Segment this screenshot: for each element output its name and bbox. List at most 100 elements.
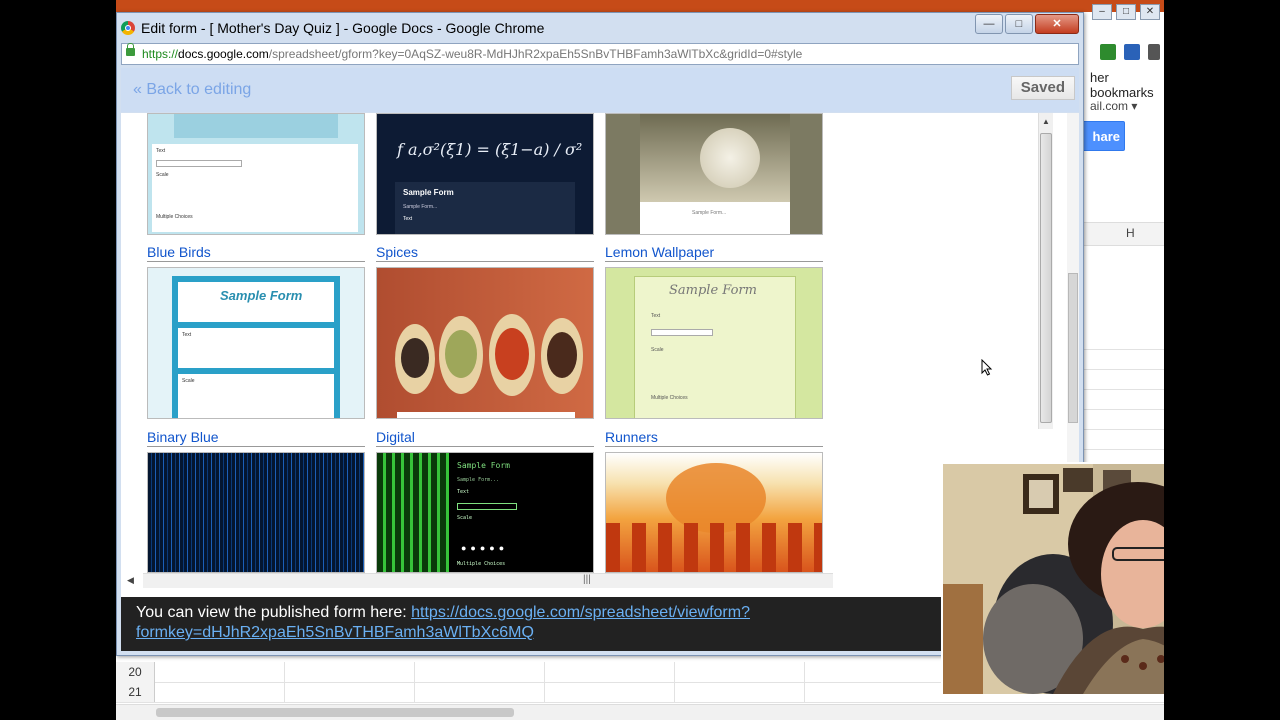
theme-form-desc: Sample Form... bbox=[403, 204, 438, 210]
address-bar[interactable]: https://docs.google.com/spreadsheet/gfor… bbox=[121, 43, 1079, 65]
cell[interactable] bbox=[284, 662, 415, 682]
theme-form-desc: Sample Form... bbox=[692, 210, 727, 216]
theme-option-binary-blue[interactable]: Binary Blue bbox=[147, 428, 365, 447]
url-text[interactable]: https://docs.google.com/spreadsheet/gfor… bbox=[142, 47, 802, 61]
cell[interactable] bbox=[544, 682, 675, 702]
theme-spice bbox=[547, 332, 577, 378]
account-email[interactable]: ail.com ▾ bbox=[1090, 99, 1137, 113]
theme-thumbnail[interactable]: Sample Form Text Scale Multiple Choices bbox=[605, 267, 823, 419]
form-editor-bar: « Back to editing Saved bbox=[121, 68, 1079, 112]
bg-maximize-button[interactable]: □ bbox=[1116, 4, 1136, 20]
theme-option-runners[interactable]: Runners bbox=[605, 428, 823, 447]
theme-spoon bbox=[489, 314, 535, 396]
extension-icon[interactable] bbox=[1100, 44, 1116, 60]
published-form-notice: You can view the published form here: ht… bbox=[121, 597, 1079, 651]
theme-field-label: Text bbox=[651, 313, 661, 319]
theme-option-lemon-wallpaper[interactable]: Lemon Wallpaper bbox=[605, 243, 823, 262]
theme-form-field: Text bbox=[178, 328, 334, 368]
theme-label[interactable]: Blue Birds bbox=[147, 243, 365, 262]
theme-gallery-horizontal-scrollbar[interactable]: ◀ ||| bbox=[127, 573, 833, 588]
theme-option-blue-birds[interactable]: Blue Birds bbox=[147, 243, 365, 262]
back-to-editing-link[interactable]: « Back to editing bbox=[133, 81, 251, 99]
theme-label[interactable]: Binary Blue bbox=[147, 428, 365, 447]
theme-thumbnail[interactable]: Sample Form... bbox=[605, 113, 823, 235]
cell[interactable] bbox=[414, 682, 545, 702]
lock-icon bbox=[126, 43, 135, 56]
row-number[interactable]: 21 bbox=[116, 682, 155, 702]
background-toolbar-icons bbox=[1100, 44, 1160, 60]
theme-spoon bbox=[439, 316, 483, 394]
theme-form-body: Text Scale Multiple Choices bbox=[152, 144, 358, 232]
theme-thumbnail[interactable]: Sample Form Sample Form... Text Scale ●●… bbox=[376, 452, 594, 573]
scrollbar-thumb[interactable] bbox=[1068, 273, 1078, 423]
theme-label[interactable]: Runners bbox=[605, 428, 823, 447]
bg-close-button[interactable]: ✕ bbox=[1140, 4, 1160, 20]
cell[interactable] bbox=[674, 682, 805, 702]
theme-thumbnail[interactable] bbox=[376, 267, 594, 419]
title-bar[interactable]: Edit form - [ Mother's Day Quiz ] - Goog… bbox=[117, 13, 1083, 43]
wrench-icon[interactable] bbox=[1148, 44, 1160, 60]
theme-cake-detail bbox=[700, 128, 760, 188]
theme-thumbnail[interactable]: Sample Form Text Scale bbox=[147, 267, 365, 419]
theme-thumbnail[interactable]: f a,σ²(ξ1) = (ξ1−a) / σ² Sample Form Sam… bbox=[376, 113, 594, 235]
share-button[interactable]: hare bbox=[1082, 121, 1125, 151]
theme-field-label: Text bbox=[403, 216, 413, 222]
theme-label[interactable]: Lemon Wallpaper bbox=[605, 243, 823, 262]
theme-form-body: Sample Form Text Scale bbox=[172, 276, 340, 418]
screen-icon[interactable] bbox=[1124, 44, 1140, 60]
theme-gallery-vertical-scrollbar[interactable]: ▲ bbox=[1038, 113, 1053, 429]
theme-thumbnail[interactable] bbox=[605, 452, 823, 573]
theme-form-body: Sample Form... bbox=[640, 202, 790, 234]
cell[interactable] bbox=[414, 662, 545, 682]
theme-spoon bbox=[541, 318, 583, 394]
minimize-button[interactable]: — bbox=[975, 14, 1003, 34]
close-button[interactable]: ✕ bbox=[1035, 14, 1079, 34]
scroll-left-arrow-icon[interactable]: ◀ bbox=[127, 575, 134, 586]
cell[interactable] bbox=[154, 662, 285, 682]
theme-form-strip bbox=[397, 412, 575, 418]
theme-form-field: Scale bbox=[178, 374, 334, 418]
cell[interactable] bbox=[544, 662, 675, 682]
theme-label[interactable]: Spices bbox=[376, 243, 594, 262]
cell[interactable] bbox=[674, 662, 805, 682]
theme-scale-dots: ●●●●● bbox=[461, 543, 509, 553]
theme-field-box bbox=[457, 503, 517, 510]
scrollbar-thumb[interactable] bbox=[1040, 133, 1052, 423]
theme-field-label: Scale bbox=[651, 347, 664, 353]
cell[interactable] bbox=[154, 682, 285, 702]
webcam-overlay bbox=[941, 462, 1164, 696]
published-form-text: You can view the published form here: ht… bbox=[136, 603, 816, 643]
theme-runners-silhouettes bbox=[606, 523, 822, 572]
theme-field-label: Text bbox=[457, 489, 470, 495]
theme-label[interactable]: Digital bbox=[376, 428, 594, 447]
bg-minimize-button[interactable]: – bbox=[1092, 4, 1112, 20]
column-header-h[interactable]: H bbox=[1126, 226, 1135, 240]
theme-thumbnail[interactable]: Text Scale Multiple Choices bbox=[147, 113, 365, 235]
theme-field-label: Text bbox=[156, 148, 166, 154]
theme-form-title: Sample Form bbox=[220, 288, 303, 303]
theme-form-body: Sample Form Text Scale Multiple Choices bbox=[634, 276, 796, 418]
scroll-up-arrow-icon[interactable]: ▲ bbox=[1042, 117, 1050, 126]
sheet-horizontal-scrollbar[interactable] bbox=[116, 704, 1164, 720]
other-bookmarks[interactable]: her bookmarks bbox=[1090, 70, 1164, 100]
theme-field-label: Text bbox=[182, 332, 192, 338]
url-scheme: https:// bbox=[142, 47, 179, 61]
theme-spice bbox=[495, 328, 529, 380]
saved-button[interactable]: Saved bbox=[1010, 76, 1075, 100]
theme-form-body: Sample Form Sample Form... Text bbox=[395, 182, 575, 234]
theme-formula: f a,σ²(ξ1) = (ξ1−a) / σ² bbox=[397, 140, 583, 159]
sheet-scroll-thumb[interactable] bbox=[156, 708, 514, 717]
theme-form-title: Sample Form bbox=[669, 283, 757, 298]
maximize-button[interactable]: □ bbox=[1005, 14, 1033, 34]
theme-form-desc: Sample Form... bbox=[457, 477, 500, 483]
theme-gallery: Text Scale Multiple Choices f a,σ²(ξ1) =… bbox=[121, 113, 1079, 597]
theme-thumbnail[interactable] bbox=[147, 452, 365, 573]
scrollbar-grip-icon[interactable]: ||| bbox=[583, 574, 591, 585]
cell[interactable] bbox=[284, 682, 415, 702]
url-path: /spreadsheet/gform?key=0AqSZ-weu8R-MdHJh… bbox=[268, 47, 803, 61]
desktop: – □ ✕ her bookmarks ail.com ▾ hare H 20 … bbox=[116, 0, 1164, 720]
column-header-row bbox=[1082, 222, 1164, 246]
theme-option-spices[interactable]: Spices bbox=[376, 243, 594, 262]
row-number[interactable]: 20 bbox=[116, 662, 155, 682]
theme-option-digital[interactable]: Digital bbox=[376, 428, 594, 447]
